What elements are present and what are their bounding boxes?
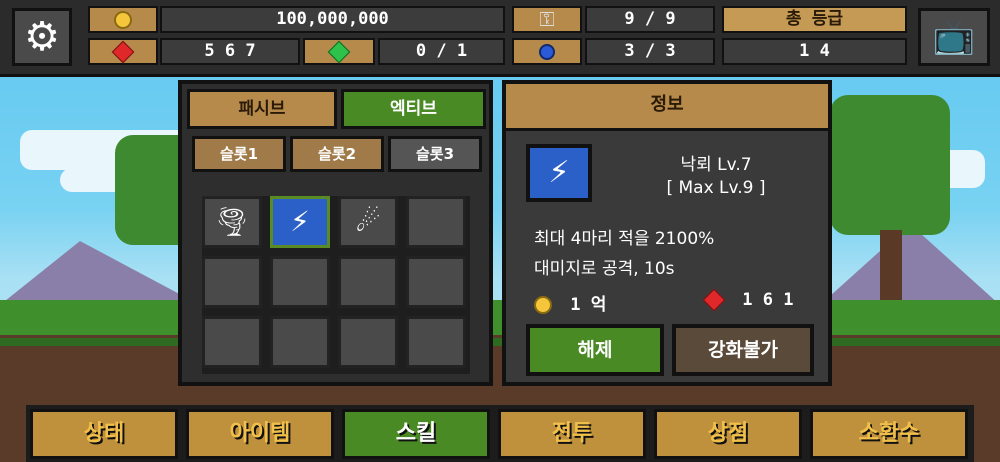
grass-edge [0,338,1000,346]
gold-coin-icon [534,296,552,314]
tornado-icon[interactable]: 🌪 [202,196,262,248]
skill-name: 낙뢰 Lv.7 [680,155,752,175]
nav-skills[interactable]: 스킬 [342,409,490,459]
fireball-icon[interactable]: ☄ [338,196,398,248]
info-title: 정보 [506,84,828,131]
nav-items[interactable]: 아이템 [186,409,334,459]
empty-skill-slot[interactable] [202,316,262,368]
potion-icon [512,38,582,65]
gold-amount: 100,000,000 [160,6,505,33]
status-bar: ⚙ 100,000,000 ⚿ 9 / 9 총 등급 5 6 7 0 / 1 3… [0,0,1000,77]
empty-skill-slot[interactable] [406,316,466,368]
ruby-icon [702,288,726,312]
empty-skill-slot[interactable] [338,316,398,368]
total-grade-value: 1 4 [722,38,907,65]
skill-description-line-2: 대미지로 공격, 10s [534,259,675,279]
empty-skill-slot[interactable] [270,316,330,368]
key-icon: ⚿ [512,6,582,33]
slot-1-button[interactable]: 슬롯1 [192,136,286,172]
release-button[interactable]: 해제 [526,324,664,376]
tv-ad-icon[interactable]: 📺 [918,8,990,66]
empty-skill-slot[interactable] [406,196,466,248]
upgrade-button[interactable]: 강화불가 [672,324,814,376]
lightning-icon: ⚡ [526,144,592,202]
gold-cost: 1 억 [534,290,606,315]
nav-shop[interactable]: 상점 [654,409,802,459]
grass [0,300,1000,340]
skill-grid: 🌪 ⚡ ☄ [202,196,470,374]
nav-status[interactable]: 상태 [30,409,178,459]
emerald-icon [303,38,375,65]
tab-passive[interactable]: 패시브 [187,89,337,129]
skill-panel: 패시브 엑티브 슬롯1 슬롯2 슬롯3 🌪 ⚡ ☄ [178,80,493,386]
tree-trunk [880,230,902,305]
total-grade-label: 총 등급 [722,6,907,33]
skill-description-line-1: 최대 4마리 적을 2100% [534,229,715,249]
skill-max-level: [ Max Lv.9 ] [666,178,766,198]
tab-active[interactable]: 엑티브 [341,89,486,129]
info-panel: 정보 ⚡ 낙뢰 Lv.7 [ Max Lv.9 ] 최대 4마리 적을 2100… [502,80,832,386]
empty-skill-slot[interactable] [338,256,398,308]
slot-3-button[interactable]: 슬롯3 [388,136,482,172]
settings-gear-icon[interactable]: ⚙ [12,8,72,66]
keys-count: 9 / 9 [585,6,715,33]
gold-coin-icon [88,6,158,33]
nav-battle[interactable]: 전투 [498,409,646,459]
gold-cost-value: 1 억 [570,295,607,315]
empty-skill-slot[interactable] [406,256,466,308]
ruby-cost: 1 6 1 [702,288,794,312]
slot-2-button[interactable]: 슬롯2 [290,136,384,172]
empty-skill-slot[interactable] [202,256,262,308]
lightning-icon[interactable]: ⚡ [270,196,330,248]
potion-count: 3 / 3 [585,38,715,65]
nav-summon[interactable]: 소환수 [810,409,968,459]
tree [830,95,950,235]
bottom-nav: 상태 아이템 스킬 전투 상점 소환수 [26,405,974,462]
ruby-amount: 5 6 7 [160,38,300,65]
emerald-count: 0 / 1 [378,38,505,65]
empty-skill-slot[interactable] [270,256,330,308]
ruby-cost-value: 1 6 1 [742,290,794,310]
ruby-icon [88,38,158,65]
